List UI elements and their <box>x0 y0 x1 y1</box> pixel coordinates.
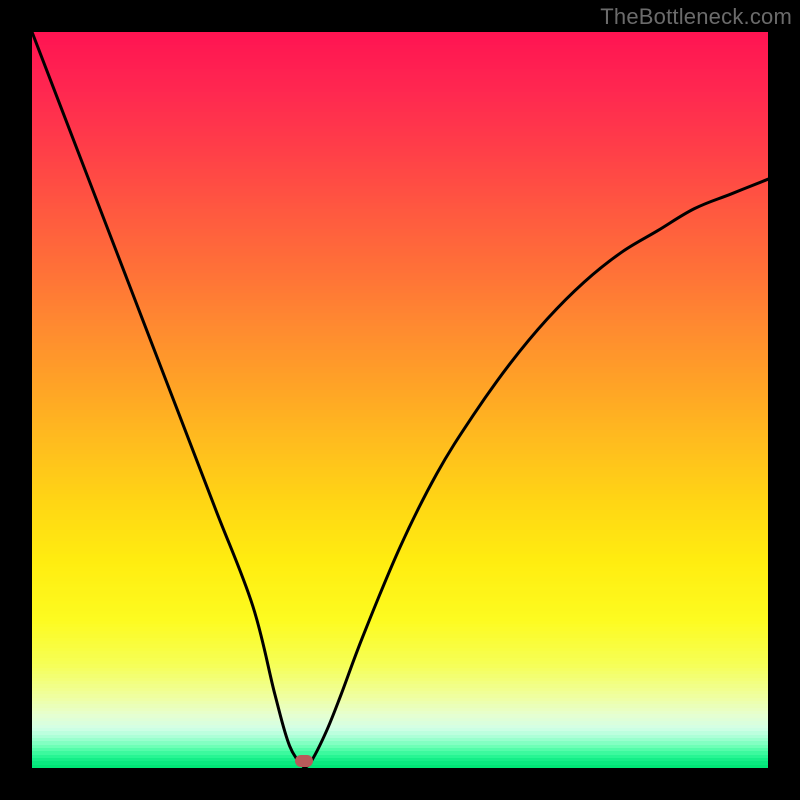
curve-layer <box>32 32 768 768</box>
optimal-point-marker <box>295 755 313 767</box>
plot-area <box>32 32 768 768</box>
watermark-text: TheBottleneck.com <box>600 4 792 30</box>
chart-frame: TheBottleneck.com <box>0 0 800 800</box>
bottleneck-curve <box>32 32 768 768</box>
